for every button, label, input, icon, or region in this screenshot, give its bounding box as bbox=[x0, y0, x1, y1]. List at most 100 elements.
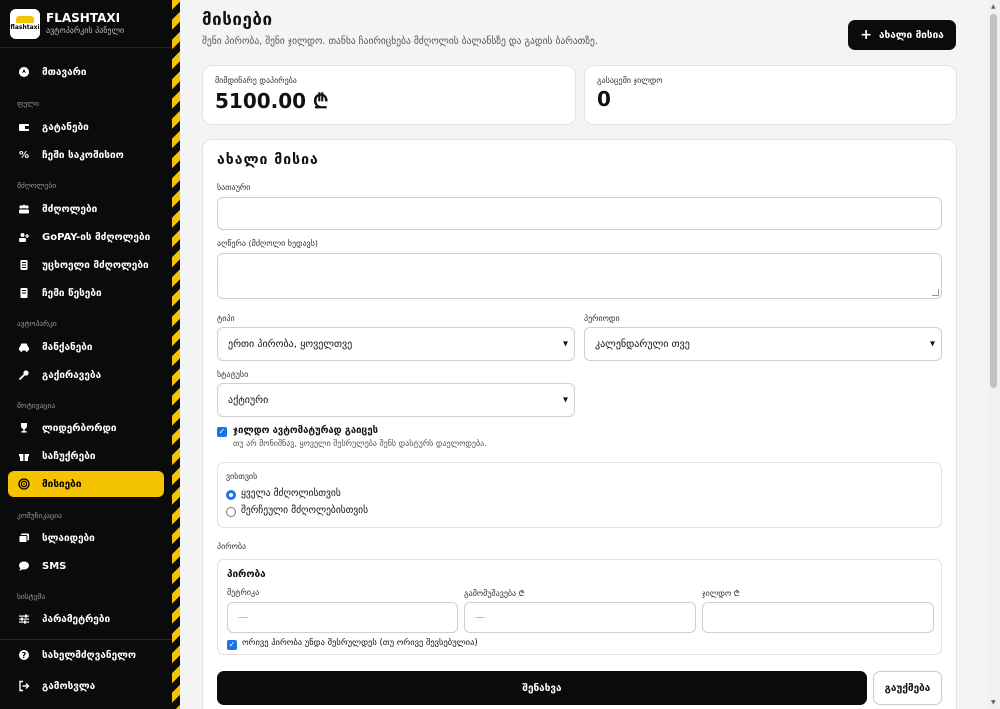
chevron-down-icon: ▾ bbox=[562, 394, 568, 406]
both-required-label: ორივე პირობა უნდა შესრულდეს (თუ ორივე შე… bbox=[242, 638, 478, 648]
id-card-icon bbox=[18, 259, 30, 271]
current-promise-value: 5100.00 ₾ bbox=[215, 89, 329, 113]
sliders-icon bbox=[18, 613, 30, 625]
audience-selected-label[interactable]: შერჩეული მძღოლებისთვის bbox=[241, 505, 368, 516]
sidebar-item-sms[interactable]: SMS bbox=[8, 553, 164, 579]
metric-input[interactable]: — bbox=[227, 602, 458, 633]
trophy-icon bbox=[18, 422, 30, 434]
threshold-input[interactable]: — bbox=[464, 602, 696, 633]
both-required-checkbox[interactable]: ✓ bbox=[227, 640, 237, 650]
document-icon bbox=[18, 287, 30, 299]
period-label: პერიოდი bbox=[584, 314, 620, 323]
new-mission-button[interactable]: + ახალი მისია bbox=[848, 20, 956, 50]
title-input[interactable] bbox=[217, 197, 942, 230]
gift-icon bbox=[18, 450, 30, 462]
main-content: მისიები შენი პირობა, შენი ჯილდო. თანხა ჩ… bbox=[180, 0, 988, 709]
sidebar-item-gopay-drivers[interactable]: GoPAY-ის მძღოლები bbox=[8, 224, 164, 250]
sidebar-item-drivers[interactable]: მძღოლები bbox=[8, 196, 164, 222]
key-icon bbox=[18, 369, 30, 381]
car-icon bbox=[18, 341, 30, 353]
wallet-icon bbox=[18, 121, 30, 133]
condition-title: პირობა bbox=[227, 569, 266, 580]
brand[interactable]: flashtaxi FLASHTAXI ავტოპარკის პანელი bbox=[0, 0, 172, 48]
help-icon: ? bbox=[18, 649, 30, 661]
section-finance: ფული bbox=[17, 99, 39, 108]
brand-title: FLASHTAXI bbox=[46, 10, 121, 25]
sidebar-item-logout[interactable]: გამოსვლა bbox=[8, 673, 164, 699]
sidebar-item-gifts[interactable]: საჩუქრები bbox=[8, 443, 164, 469]
section-drivers: მძღოლები bbox=[17, 181, 57, 190]
sidebar-item-cars[interactable]: მანქანები bbox=[8, 334, 164, 360]
description-textarea[interactable] bbox=[217, 253, 942, 299]
save-button[interactable]: შენახვა bbox=[217, 671, 867, 705]
type-label: ტიპი bbox=[217, 314, 235, 323]
scrollbar-thumb[interactable] bbox=[990, 14, 997, 388]
page-subtitle: შენი პირობა, შენი ჯილდო. თანხა ჩაირიცხებ… bbox=[202, 36, 598, 47]
sidebar-item-guide[interactable]: ? სახელმძღვანელო bbox=[8, 642, 164, 668]
auto-reward-label: ჯილდო ავტომატურად გაიცეს bbox=[233, 425, 379, 436]
chevron-down-icon: ▾ bbox=[929, 338, 935, 350]
current-promise-label: მიმდინარე დაპირება bbox=[215, 76, 297, 85]
users-icon bbox=[18, 203, 30, 215]
form-title: ახალი მისია bbox=[217, 152, 319, 168]
rewards-paid-value: 0 bbox=[597, 87, 611, 111]
reward-label: ჯილდო ₾ bbox=[702, 589, 740, 598]
sidebar-item-rentals[interactable]: გაქირავება bbox=[8, 362, 164, 388]
status-select[interactable]: აქტიური ▾ bbox=[217, 383, 575, 417]
audience-label: ვისთვის bbox=[226, 472, 258, 481]
sidebar-item-commission[interactable]: % ჩემი საკომისიო bbox=[8, 142, 164, 168]
page-scrollbar[interactable]: ▲ ▼ bbox=[988, 0, 1000, 709]
percent-icon: % bbox=[18, 149, 30, 161]
scroll-up-icon[interactable]: ▲ bbox=[991, 3, 996, 10]
audience-all-radio[interactable] bbox=[226, 490, 236, 500]
section-fleet: ავტოპარკი bbox=[17, 319, 57, 328]
sidebar-item-foreign-drivers[interactable]: უცხოელი მძღოლები bbox=[8, 252, 164, 278]
description-label: აღწერა (მძღოლი ხედავს) bbox=[217, 239, 319, 248]
sidebar-item-my-rules[interactable]: ჩემი წესები bbox=[8, 280, 164, 306]
plus-icon: + bbox=[860, 27, 872, 43]
reward-input[interactable] bbox=[702, 602, 934, 633]
audience-all-label[interactable]: ყველა მძღოლისთვის bbox=[241, 488, 341, 499]
user-plus-icon bbox=[18, 231, 30, 243]
title-label: სათაური bbox=[217, 183, 251, 192]
condition-box: პირობა მეტრიკა — გამომუშავება ₾ — ჯილდო … bbox=[217, 559, 942, 655]
section-communication: კომუნიკაცია bbox=[17, 511, 62, 520]
condition-section-label: პირობა bbox=[217, 542, 247, 551]
audience-selected-radio[interactable] bbox=[226, 507, 236, 517]
sidebar-divider bbox=[0, 639, 172, 640]
sidebar-item-transfers[interactable]: გატანები bbox=[8, 114, 164, 140]
rewards-paid-card: გასაცემი ჯილდო 0 bbox=[584, 65, 957, 125]
sidebar-item-parameters[interactable]: პარამეტრები bbox=[8, 606, 164, 632]
sidebar-item-leaderboard[interactable]: ლიდერბორდი bbox=[8, 415, 164, 441]
auto-reward-hint: თუ არ მონიშნავ, ყოველი შესრულება შენს და… bbox=[233, 439, 487, 448]
rewards-paid-label: გასაცემი ჯილდო bbox=[597, 76, 663, 85]
resize-handle[interactable] bbox=[932, 289, 939, 296]
type-select[interactable]: ერთი პირობა, ყოველთვე ▾ bbox=[217, 327, 575, 361]
section-motivation: მოტივაცია bbox=[17, 401, 56, 410]
flashtaxi-logo: flashtaxi bbox=[10, 8, 40, 39]
scroll-down-icon[interactable]: ▼ bbox=[991, 699, 996, 706]
sidebar-item-slides[interactable]: სლაიდები bbox=[8, 525, 164, 551]
sidebar: flashtaxi FLASHTAXI ავტოპარკის პანელი მთ… bbox=[0, 0, 172, 709]
images-icon bbox=[18, 532, 30, 544]
svg-text:?: ? bbox=[22, 651, 27, 660]
sidebar-item-home[interactable]: მთავარი bbox=[8, 59, 164, 85]
status-label: სტატუსი bbox=[217, 370, 249, 379]
metric-label: მეტრიკა bbox=[227, 588, 260, 597]
section-system: სისტემა bbox=[17, 592, 46, 601]
auto-reward-checkbox[interactable]: ✓ bbox=[217, 427, 227, 437]
logout-icon bbox=[18, 680, 30, 692]
period-select[interactable]: კალენდარული თვე ▾ bbox=[584, 327, 942, 361]
cancel-button[interactable]: გაუქმება bbox=[873, 671, 942, 705]
sidebar-item-missions[interactable]: მისიები bbox=[8, 471, 164, 497]
target-icon bbox=[18, 478, 30, 490]
brand-subtitle: ავტოპარკის პანელი bbox=[46, 25, 125, 35]
chevron-down-icon: ▾ bbox=[562, 338, 568, 350]
hazard-stripe bbox=[172, 0, 180, 709]
page-title: მისიები bbox=[202, 10, 273, 30]
current-promise-card: მიმდინარე დაპირება 5100.00 ₾ bbox=[202, 65, 576, 125]
home-icon bbox=[18, 66, 30, 78]
new-mission-form: ახალი მისია სათაური აღწერა (მძღოლი ხედავ… bbox=[202, 139, 957, 709]
threshold-label: გამომუშავება ₾ bbox=[464, 589, 525, 598]
chat-icon bbox=[18, 560, 30, 572]
